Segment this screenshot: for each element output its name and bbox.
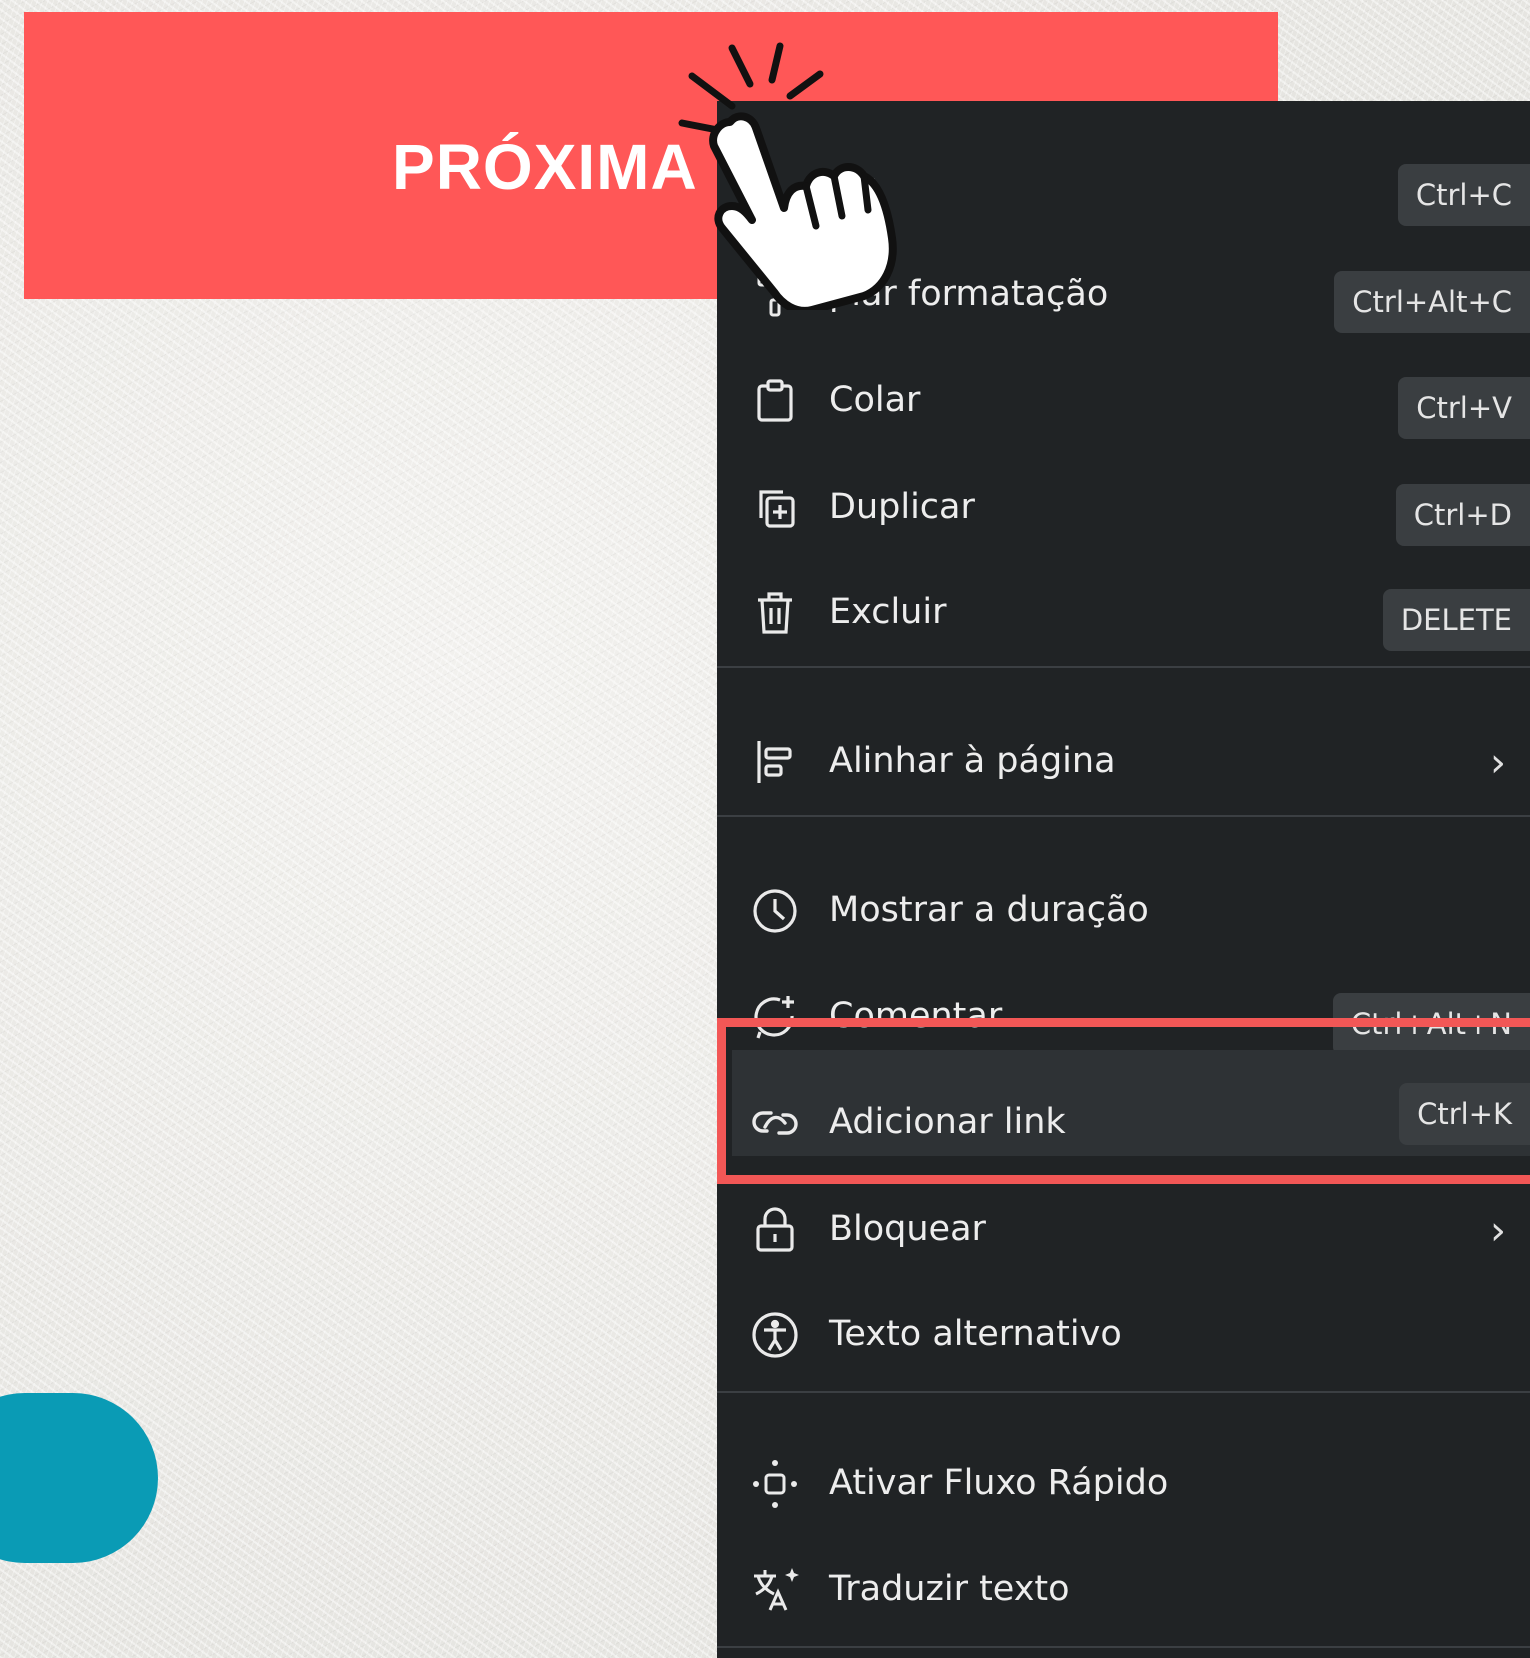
trash-icon xyxy=(747,590,803,636)
menu-item-paste[interactable]: Colar Ctrl+V xyxy=(717,360,1530,440)
menu-divider xyxy=(717,1391,1530,1393)
menu-item-label: Bloquear xyxy=(829,1209,986,1249)
highlight-frame xyxy=(717,1018,1530,1184)
menu-item-show-duration[interactable]: Mostrar a duração xyxy=(717,870,1530,950)
menu-item-label: Colar xyxy=(829,380,921,420)
clock-icon xyxy=(747,888,803,934)
menu-item-translate[interactable]: Traduzir texto xyxy=(717,1549,1530,1629)
duplicate-icon xyxy=(747,485,803,531)
menu-divider xyxy=(717,666,1530,668)
align-left-icon xyxy=(747,739,803,785)
menu-item-label: Texto alternativo xyxy=(829,1314,1122,1354)
menu-item-label: Excluir xyxy=(829,592,947,632)
translate-icon xyxy=(747,1567,803,1613)
menu-item-label: Mostrar a duração xyxy=(829,890,1149,930)
teal-pill-shape xyxy=(0,1393,158,1563)
menu-divider xyxy=(717,815,1530,817)
menu-item-quick-flow[interactable]: Ativar Fluxo Rápido xyxy=(717,1443,1530,1523)
menu-item-label: Duplicar xyxy=(829,487,975,527)
menu-item-label: Traduzir texto xyxy=(829,1569,1070,1609)
menu-item-lock[interactable]: Bloquear › xyxy=(717,1189,1530,1269)
shortcut-badge: Ctrl+D xyxy=(1395,484,1530,546)
menu-item-delete[interactable]: Excluir DELETE xyxy=(717,572,1530,652)
menu-item-align-page[interactable]: Alinhar à página › xyxy=(717,721,1530,801)
menu-item-duplicate[interactable]: Duplicar Ctrl+D xyxy=(717,467,1530,547)
quick-flow-icon xyxy=(747,1460,803,1508)
lock-icon xyxy=(747,1207,803,1253)
shortcut-badge: Ctrl+V xyxy=(1398,377,1530,439)
menu-item-label: Alinhar à página xyxy=(829,741,1116,781)
menu-divider xyxy=(717,1646,1530,1648)
chevron-right-icon: › xyxy=(1490,1208,1506,1254)
menu-item-alt-text[interactable]: Texto alternativo xyxy=(717,1294,1530,1374)
hand-pointer-icon xyxy=(678,42,897,310)
chevron-right-icon: › xyxy=(1490,740,1506,786)
shortcut-badge: Ctrl+Alt+C xyxy=(1334,271,1530,333)
shortcut-badge: Ctrl+C xyxy=(1397,164,1530,226)
menu-item-label: Ativar Fluxo Rápido xyxy=(829,1463,1169,1503)
accessibility-icon xyxy=(747,1312,803,1358)
shortcut-badge: DELETE xyxy=(1382,589,1530,651)
context-menu: iar Ctrl+C piar formatação Ctrl+Alt+C Co… xyxy=(717,101,1530,1658)
clipboard-icon xyxy=(747,378,803,424)
